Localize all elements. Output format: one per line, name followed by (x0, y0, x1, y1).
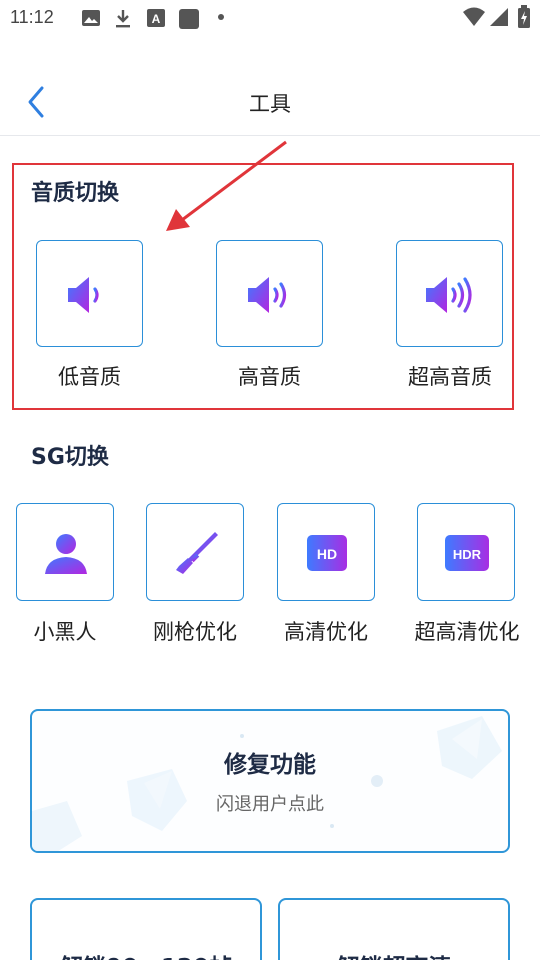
crystal-decoration (32, 716, 502, 851)
svg-text:A: A (152, 12, 161, 26)
red-arrow-annotation (166, 140, 287, 231)
hd-optimize-button[interactable]: HD (277, 503, 375, 601)
uhd-optimize-button[interactable]: HDR (417, 503, 515, 601)
sg-switch-title: SG切换 (31, 445, 109, 470)
unlock-fps-button[interactable]: 解锁90、120帧 (30, 898, 262, 960)
ultra-quality-label: 超高音质 (408, 365, 492, 389)
page-title: 工具 (249, 92, 291, 116)
repair-subtitle: 闪退用户点此 (216, 794, 324, 815)
little-black-man-button[interactable] (16, 503, 114, 601)
status-time: 11:12 (10, 7, 54, 27)
svg-text:HDR: HDR (453, 547, 482, 562)
download-icon (116, 10, 130, 28)
speaker-medium-icon (248, 277, 287, 313)
repair-button[interactable]: 修复功能 闪退用户点此 (30, 709, 510, 853)
square-icon (179, 9, 199, 29)
hd-icon: HD (307, 535, 347, 571)
rifle-icon (176, 532, 218, 574)
dot-icon (218, 14, 224, 20)
wifi-icon (463, 7, 485, 26)
sound-quality-title: 音质切换 (31, 181, 120, 206)
high-quality-label: 高音质 (238, 365, 301, 389)
unlock-uhd-label: 解锁超高清 (280, 948, 508, 960)
low-quality-label: 低音质 (58, 365, 121, 389)
header: 工具 (0, 68, 540, 136)
font-icon: A (147, 9, 165, 27)
low-quality-button[interactable] (36, 240, 143, 347)
gun-optimize-label: 刚枪优化 (153, 620, 237, 644)
unlock-fps-label: 解锁90、120帧 (32, 948, 260, 960)
image-icon (82, 10, 100, 26)
repair-title: 修复功能 (224, 752, 316, 778)
signal-icon (490, 8, 508, 26)
battery-icon (518, 5, 530, 28)
status-bar: 11:12 A (0, 0, 540, 38)
hdr-icon: HDR (445, 535, 489, 571)
speaker-high-icon (426, 277, 472, 313)
ultra-quality-button[interactable] (396, 240, 503, 347)
little-black-man-label: 小黑人 (33, 620, 97, 644)
speaker-low-icon (68, 277, 99, 313)
hd-optimize-label: 高清优化 (284, 620, 368, 644)
uhd-optimize-label: 超高清优化 (414, 620, 520, 644)
high-quality-button[interactable] (216, 240, 323, 347)
person-icon (45, 534, 87, 574)
gun-optimize-button[interactable] (146, 503, 244, 601)
svg-text:HD: HD (317, 546, 337, 562)
unlock-uhd-button[interactable]: 解锁超高清 (278, 898, 510, 960)
